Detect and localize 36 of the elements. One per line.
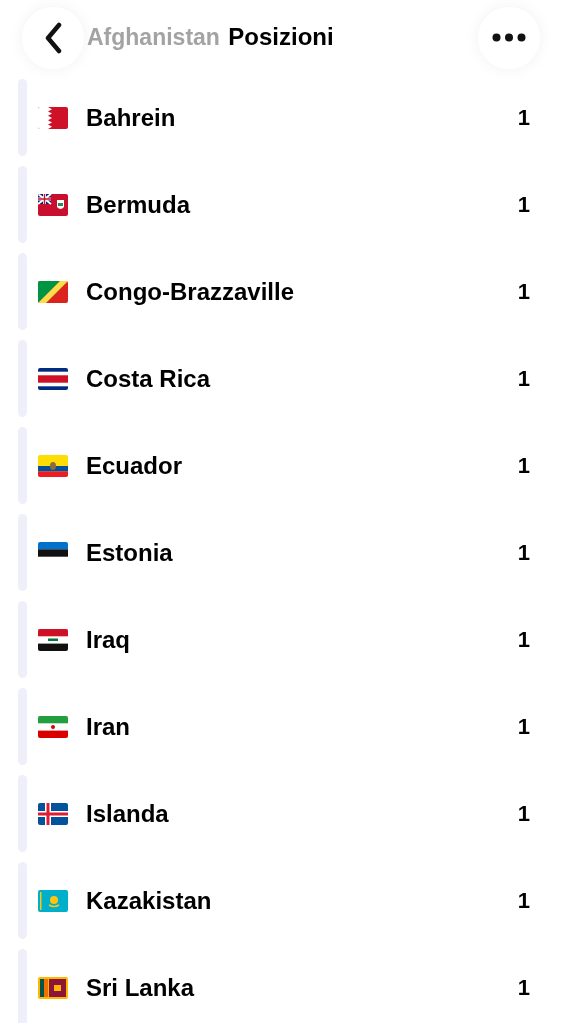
flag-icon xyxy=(38,106,68,129)
back-icon xyxy=(44,21,62,54)
country-name: Sri Lanka xyxy=(86,972,196,1003)
count-value: 1 xyxy=(517,191,530,219)
more-icon xyxy=(492,33,526,42)
country-name: Kazakistan xyxy=(86,885,213,916)
country-name: Bermuda xyxy=(86,189,192,220)
count-value: 1 xyxy=(517,365,530,393)
country-name: Ecuador xyxy=(86,450,184,481)
flag-icon xyxy=(38,976,68,999)
country-name: Estonia xyxy=(86,537,174,568)
flag-icon xyxy=(38,889,68,912)
count-value: 1 xyxy=(517,974,530,1002)
flag-icon xyxy=(38,802,68,825)
count-value: 1 xyxy=(517,887,530,915)
count-value: 1 xyxy=(517,800,530,828)
flag-icon xyxy=(38,193,68,216)
country-name: Iraq xyxy=(86,624,131,655)
list-item-name: Afghanistan xyxy=(87,23,220,52)
flag-icon xyxy=(38,715,68,738)
country-name: Bahrein xyxy=(86,102,177,133)
flag-icon xyxy=(38,628,68,651)
count-value: 1 xyxy=(517,278,530,306)
country-name: Islanda xyxy=(86,798,170,829)
screen-title: Posizioni xyxy=(228,22,334,52)
country-name: Congo-Brazzaville xyxy=(86,276,296,307)
count-value: 1 xyxy=(517,539,530,567)
flag-icon xyxy=(38,280,68,303)
flag-icon xyxy=(38,367,68,390)
count-value: 1 xyxy=(517,452,530,480)
count-value: 1 xyxy=(517,104,530,132)
country-name: Costa Rica xyxy=(86,363,212,394)
count-value: 1 xyxy=(517,713,530,741)
count-value: 1 xyxy=(517,626,530,654)
country-name: Iran xyxy=(86,711,131,742)
flag-icon xyxy=(38,454,68,477)
